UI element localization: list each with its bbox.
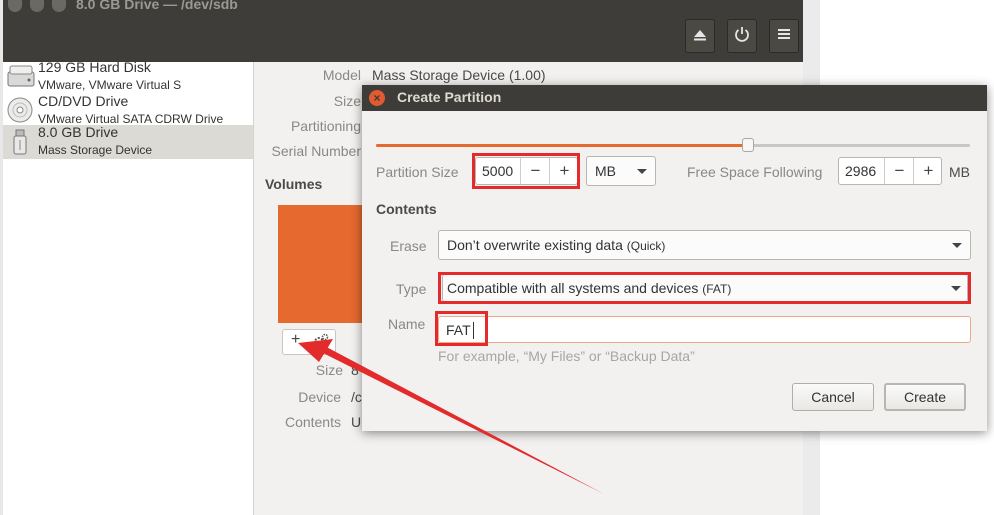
- erase-value: Don’t overwrite existing data (Quick): [447, 237, 665, 253]
- dialog-title: Create Partition: [397, 89, 502, 105]
- type-value: Compatible with all systems and devices …: [447, 280, 731, 296]
- dialog-title-bar: × Create Partition: [362, 85, 987, 111]
- volume-toolbar: +: [282, 329, 336, 355]
- type-dropdown[interactable]: Compatible with all systems and devices …: [442, 274, 968, 302]
- volume-size-label: Size: [315, 362, 343, 378]
- add-partition-button[interactable]: +: [291, 331, 300, 349]
- eject-icon: [693, 28, 707, 45]
- close-window-button[interactable]: [8, 0, 22, 12]
- cancel-button[interactable]: Cancel: [792, 383, 874, 411]
- type-label: Type: [396, 281, 427, 297]
- power-off-button[interactable]: [727, 19, 757, 53]
- usb-drive-icon: [7, 128, 33, 155]
- free-space-value[interactable]: 2986: [845, 163, 876, 179]
- erase-label: Erase: [390, 238, 427, 254]
- type-note: (FAT): [702, 282, 732, 296]
- drive-name: 8.0 GB Drive: [38, 124, 119, 140]
- gears-icon[interactable]: [312, 332, 330, 355]
- erase-note: (Quick): [626, 239, 666, 253]
- model-value: Mass Storage Device (1.00): [372, 67, 546, 83]
- model-label: Model: [322, 67, 361, 83]
- volumes-header: Volumes: [265, 176, 323, 192]
- device-label: Device: [298, 389, 341, 405]
- drive-name: 129 GB Hard Disk: [38, 59, 151, 75]
- volume-free-space-block[interactable]: [278, 205, 368, 323]
- close-icon[interactable]: ×: [369, 90, 385, 106]
- decrease-free-space-button[interactable]: −: [884, 158, 914, 184]
- chevron-down-icon: [637, 169, 647, 174]
- name-hint: For example, “My Files” or “Backup Data”: [438, 348, 695, 364]
- window-title: 8.0 GB Drive — /dev/sdb: [76, 0, 238, 12]
- chevron-down-icon: [951, 286, 961, 291]
- drive-detail: VMware, VMware Virtual S: [38, 78, 182, 92]
- create-button[interactable]: Create: [884, 383, 966, 411]
- text-cursor: [473, 322, 474, 339]
- contents-value: U: [351, 414, 362, 430]
- drive-detail: Mass Storage Device: [38, 143, 153, 157]
- chevron-down-icon: [952, 243, 962, 248]
- erase-value-text: Don’t overwrite existing data: [447, 237, 623, 253]
- title-bar: 8.0 GB Drive — /dev/sdb: [3, 0, 803, 62]
- serial-number-label: Serial Number: [271, 143, 361, 159]
- free-space-label: Free Space Following: [687, 164, 823, 180]
- drive-name: CD/DVD Drive: [38, 93, 129, 109]
- device-value: /c: [351, 389, 362, 405]
- name-label: Name: [388, 316, 426, 332]
- maximize-window-button[interactable]: [52, 0, 66, 12]
- drive-item-hard-disk[interactable]: 129 GB Hard Disk VMware, VMware Virtual …: [3, 59, 253, 94]
- minimize-window-button[interactable]: [30, 0, 44, 12]
- eject-button[interactable]: [685, 19, 715, 53]
- decrease-size-button[interactable]: −: [520, 158, 550, 184]
- drive-item-usb[interactable]: 8.0 GB Drive Mass Storage Device: [3, 124, 253, 159]
- contents-header: Contents: [376, 201, 437, 217]
- contents-label: Contents: [284, 414, 341, 430]
- optical-drive-icon: [7, 97, 33, 123]
- partition-size-label: Partition Size: [376, 164, 459, 180]
- partition-size-spinner[interactable]: 5000 − +: [475, 157, 578, 185]
- drive-item-cd-dvd[interactable]: CD/DVD Drive VMware Virtual SATA CDRW Dr…: [3, 93, 253, 128]
- free-space-unit: MB: [949, 164, 970, 180]
- size-label: Size: [333, 93, 361, 109]
- partition-size-value[interactable]: 5000: [482, 163, 513, 179]
- name-field[interactable]: FAT: [438, 316, 971, 343]
- slider-handle[interactable]: [742, 138, 755, 152]
- drive-menu-button[interactable]: [769, 19, 799, 53]
- name-value[interactable]: FAT: [446, 322, 471, 338]
- hard-disk-icon: [7, 63, 35, 89]
- partition-size-slider[interactable]: [376, 138, 970, 152]
- increase-free-space-button[interactable]: +: [913, 158, 943, 184]
- type-value-text: Compatible with all systems and devices: [447, 280, 699, 296]
- erase-dropdown[interactable]: Don’t overwrite existing data (Quick): [438, 230, 971, 260]
- size-unit-dropdown[interactable]: MB: [586, 156, 656, 186]
- create-partition-dialog: × Create Partition Partition Size 5000 −…: [362, 85, 987, 431]
- free-space-spinner[interactable]: 2986 − +: [838, 157, 942, 185]
- slider-fill: [376, 144, 749, 147]
- volume-size-value: 8: [351, 362, 359, 378]
- drive-list: 129 GB Hard Disk VMware, VMware Virtual …: [3, 59, 254, 515]
- increase-size-button[interactable]: +: [549, 158, 579, 184]
- partitioning-label: Partitioning: [290, 118, 361, 134]
- size-unit-value: MB: [595, 163, 616, 179]
- menu-icon: [778, 27, 790, 45]
- power-icon: [734, 26, 750, 47]
